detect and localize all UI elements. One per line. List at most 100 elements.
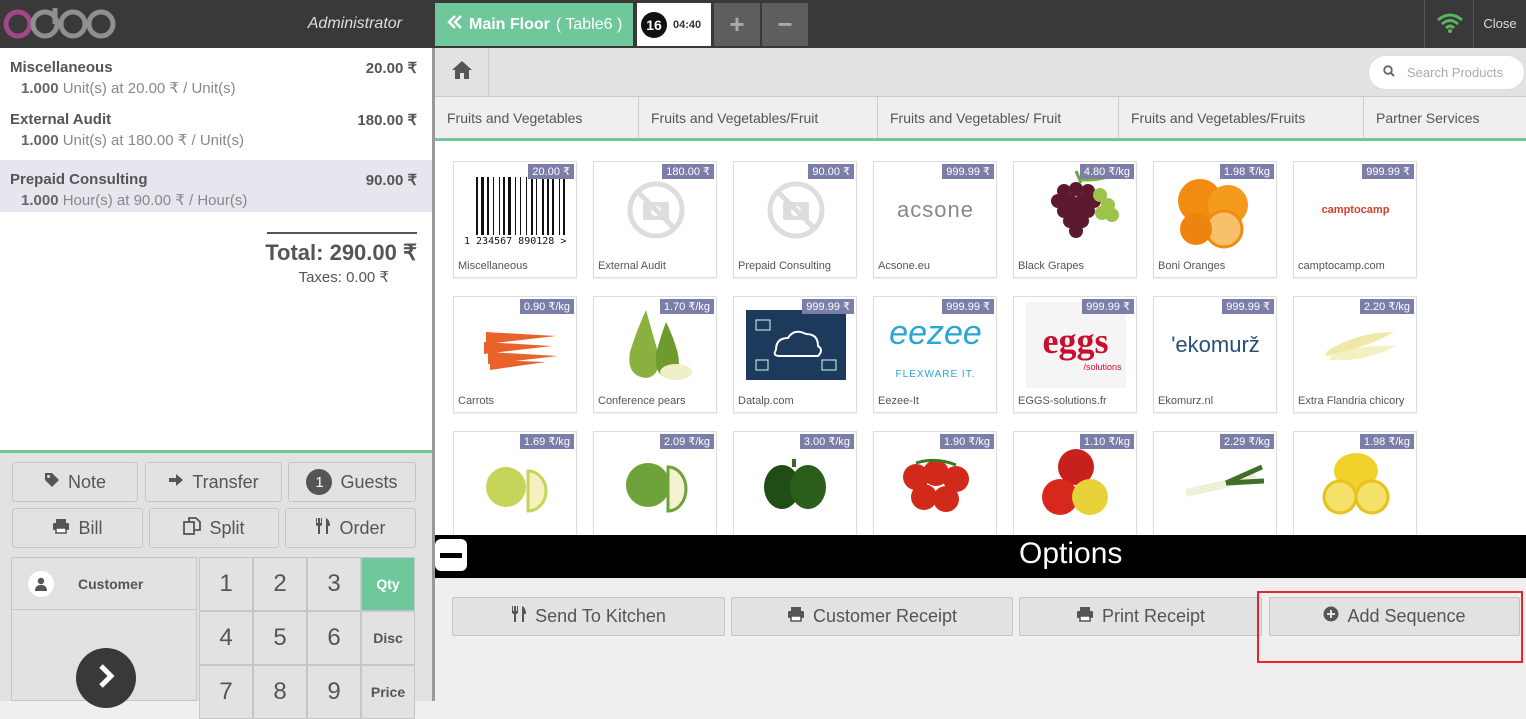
split-button[interactable]: Split [149,508,279,548]
split-label: Split [209,517,245,538]
mode-qty-button[interactable]: Qty [361,557,415,611]
order-line-name: Miscellaneous [10,59,113,76]
order-tab[interactable]: 16 04:40 [637,3,711,46]
mode-price-button[interactable]: Price [361,665,415,719]
tag-icon [44,472,60,493]
category-button[interactable]: Partner Services [1364,97,1526,138]
product-card[interactable]: 1.10 ₹/kg [1013,431,1137,535]
payment-button[interactable] [76,648,136,708]
order-line-selected[interactable]: Prepaid Consulting 90.00 ₹ 1.000 Hour(s)… [0,160,432,212]
category-button[interactable]: Fruits and Vegetables [435,97,639,138]
product-image [878,436,993,524]
print-receipt-button[interactable]: Print Receipt [1019,597,1262,636]
product-card[interactable]: 1.70 ₹/kg Conference pears [593,296,717,413]
product-name: Boni Oranges [1158,260,1226,272]
product-card[interactable]: 1.90 ₹/kg [873,431,997,535]
wifi-icon[interactable] [1436,12,1464,39]
product-card[interactable]: 2.09 ₹/kg [593,431,717,535]
numpad-key-1[interactable]: 1 [199,557,253,611]
home-category-button[interactable] [435,48,489,97]
customer-receipt-button[interactable]: Customer Receipt [731,597,1013,636]
order-line-unit-info: Unit(s) at 180.00 ₹ / Unit(s) [62,132,244,149]
product-card[interactable]: acsone 999.99 ₹ Acsone.eu [873,161,997,278]
arrow-right-icon [168,472,184,493]
collapse-options-button[interactable] [435,539,467,571]
order-line[interactable]: Miscellaneous 20.00 ₹ 1.000 Unit(s) at 2… [0,48,432,100]
add-order-button[interactable]: + [714,3,760,46]
back-to-floor-button[interactable]: Main Floor ( Table6 ) [435,3,633,46]
product-card[interactable]: 180.00 ₹ External Audit [593,161,717,278]
numpad-key-5[interactable]: 5 [253,611,307,665]
guests-button[interactable]: 1 Guests [288,462,416,502]
product-price-tag: 1.10 ₹/kg [1079,434,1134,449]
product-price-tag: 1.90 ₹/kg [939,434,994,449]
search-box[interactable]: Search Products [1368,55,1525,90]
product-card[interactable]: 1.98 ₹/kg [1293,431,1417,535]
close-button[interactable]: Close [1474,16,1526,31]
product-price-tag: 999.99 ₹ [1082,299,1134,314]
product-price-tag: 180.00 ₹ [662,164,714,179]
send-to-kitchen-button[interactable]: Send To Kitchen [452,597,725,636]
mode-disc-button[interactable]: Disc [361,611,415,665]
numpad-key-7[interactable]: 7 [199,665,253,719]
top-bar: Administrator Main Floor ( Table6 ) 16 0… [0,0,1526,48]
product-card[interactable]: 'ekomurž 999.99 ₹ Ekomurz.nl [1153,296,1277,413]
product-card[interactable]: eggs/solutions 999.99 ₹ EGGS-solutions.fr [1013,296,1137,413]
numpad-key-2[interactable]: 2 [253,557,307,611]
product-image [738,166,853,254]
product-image [1298,301,1413,389]
order-line-price: 20.00 ₹ [365,60,417,77]
product-card[interactable]: 2.29 ₹/kg [1153,431,1277,535]
product-image: 1 234567 890128 > [458,166,573,254]
product-name: Conference pears [598,395,686,407]
product-card[interactable]: 1 234567 890128 > 20.00 ₹ Miscellaneous [453,161,577,278]
numpad-key-4[interactable]: 4 [199,611,253,665]
product-card[interactable]: 4.80 ₹/kg Black Grapes [1013,161,1137,278]
product-card[interactable]: 999.99 ₹ Datalp.com [733,296,857,413]
product-card[interactable]: 0.90 ₹/kg Carrots [453,296,577,413]
highlight-box [1257,591,1523,663]
options-header: Options [435,535,1526,578]
header-divider [1424,0,1425,48]
product-name: Miscellaneous [458,260,528,272]
product-name: Black Grapes [1018,260,1085,272]
numpad-key-6[interactable]: 6 [307,611,361,665]
printer-icon [787,606,805,627]
product-price-tag: 1.98 ₹/kg [1359,434,1414,449]
remove-order-button[interactable]: − [762,3,808,46]
product-price-tag: 0.90 ₹/kg [519,299,574,314]
user-name[interactable]: Administrator [250,15,402,33]
product-card[interactable]: 3.00 ₹/kg [733,431,857,535]
product-card[interactable]: 1.69 ₹/kg [453,431,577,535]
category-button[interactable]: Fruits and Vegetables/Fruits [1119,97,1364,138]
numpad-key-9[interactable]: 9 [307,665,361,719]
product-card[interactable]: 1.98 ₹/kg Boni Oranges [1153,161,1277,278]
product-price-tag: 999.99 ₹ [802,299,854,314]
printer-icon [52,518,70,539]
customer-button[interactable]: Customer [11,557,197,610]
category-button[interactable]: Fruits and Vegetables/Fruit [639,97,878,138]
product-price-tag: 3.00 ₹/kg [799,434,854,449]
note-button[interactable]: Note [12,462,138,502]
numpad-key-3[interactable]: 3 [307,557,361,611]
order-line[interactable]: External Audit 180.00 ₹ 1.000 Unit(s) at… [0,100,432,152]
product-card[interactable]: 90.00 ₹ Prepaid Consulting [733,161,857,278]
product-card[interactable]: 2.20 ₹/kg Extra Flandria chicory [1293,296,1417,413]
bill-button[interactable]: Bill [12,508,143,548]
send-to-kitchen-label: Send To Kitchen [535,606,666,626]
product-card[interactable]: eezee FLEXWARE IT. 999.99 ₹ Eezee-It [873,296,997,413]
product-image [738,301,853,389]
barcode-number: 1 234567 890128 > [464,236,567,247]
odoo-logo [3,8,116,39]
category-button[interactable]: Fruits and Vegetables/ Fruit [878,97,1119,138]
minus-icon [440,546,462,564]
order-button[interactable]: Order [285,508,416,548]
product-image: eezee FLEXWARE IT. [889,313,982,380]
product-grid: 1 234567 890128 > 20.00 ₹ Miscellaneous 180… [435,141,1526,535]
numpad-key-8[interactable]: 8 [253,665,307,719]
options-bar: Send To Kitchen Customer Receipt Print R… [435,578,1526,701]
transfer-button[interactable]: Transfer [145,462,282,502]
table-label: ( Table6 ) [555,15,623,33]
product-image: camptocamp [1321,204,1390,216]
product-card[interactable]: camptocamp 999.99 ₹ camptocamp.com [1293,161,1417,278]
